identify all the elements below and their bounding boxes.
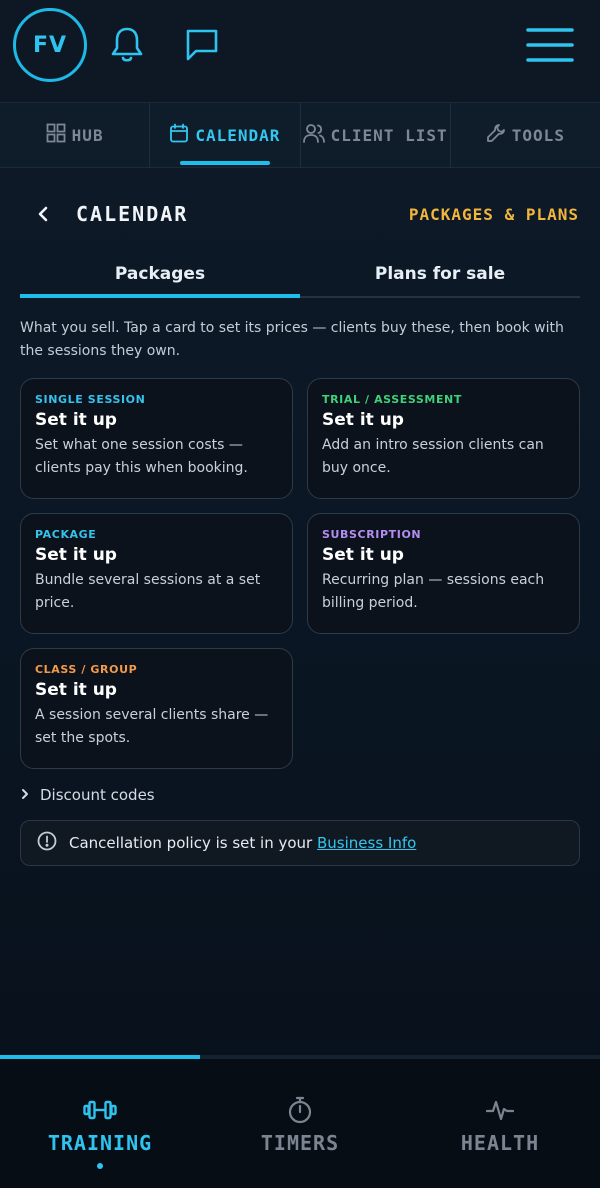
avatar[interactable]: FV <box>13 8 87 82</box>
notice-text: Cancellation policy is set in your Busin… <box>69 834 416 852</box>
tab-hub[interactable]: HUB <box>0 103 151 167</box>
card-trial-assessment[interactable]: TRIAL / ASSESSMENT Set it up Add an intr… <box>307 378 580 499</box>
main-nav-tabs: HUB CALENDAR CLIENT LIST TOOLS <box>0 102 600 168</box>
sub-tabs: Packages Plans for sale <box>20 254 580 298</box>
bottom-nav: TRAINING TIMERS HEALTH <box>0 1059 600 1188</box>
card-kicker: CLASS / GROUP <box>35 663 138 676</box>
users-icon <box>302 123 325 147</box>
card-description: Set what one session costs — clients pay… <box>35 437 248 476</box>
card-title: Set it up <box>35 410 117 430</box>
tab-client-list[interactable]: CLIENT LIST <box>301 103 451 167</box>
intro-text: What you sell. Tap a card to set its pri… <box>20 320 564 359</box>
card-kicker: TRIAL / ASSESSMENT <box>322 393 462 406</box>
chat-icon[interactable] <box>181 24 223 66</box>
tab-tools-label: TOOLS <box>511 125 565 145</box>
card-package[interactable]: PACKAGE Set it up Bundle several session… <box>20 513 293 634</box>
card-description: A session several clients share — set th… <box>35 707 269 746</box>
wrench-icon <box>486 123 506 147</box>
stopwatch-icon <box>287 1095 313 1125</box>
card-description: Recurring plan — sessions each billing p… <box>322 572 545 611</box>
card-kicker: PACKAGE <box>35 528 97 541</box>
bottom-nav-health[interactable]: HEALTH <box>400 1059 600 1188</box>
bottom-nav-training-label: TRAINING <box>47 1131 153 1155</box>
card-title: Set it up <box>35 545 117 565</box>
back-chevron-icon[interactable] <box>34 203 52 225</box>
business-info-link[interactable]: Business Info <box>317 834 416 852</box>
card-kicker: SUBSCRIPTION <box>322 528 422 541</box>
tab-hub-label: HUB <box>71 125 104 145</box>
card-single-session[interactable]: SINGLE SESSION Set it up Set what one se… <box>20 378 293 499</box>
page-title: CALENDAR <box>76 202 189 226</box>
card-class-group[interactable]: CLASS / GROUP Set it up A session severa… <box>20 648 293 769</box>
bottom-nav-training[interactable]: TRAINING <box>0 1059 200 1188</box>
tab-client-list-label: CLIENT LIST <box>330 125 448 145</box>
bottom-nav-health-label: HEALTH <box>460 1131 540 1155</box>
card-title: Set it up <box>322 545 404 565</box>
tab-tools[interactable]: TOOLS <box>451 103 600 167</box>
cancellation-notice: Cancellation policy is set in your Busin… <box>20 820 580 866</box>
card-title: Set it up <box>35 680 117 700</box>
hamburger-menu-icon[interactable] <box>524 24 576 66</box>
tab-plans-for-sale[interactable]: Plans for sale <box>300 254 580 296</box>
tab-calendar[interactable]: CALENDAR <box>150 103 301 167</box>
bottom-nav-timers-label: TIMERS <box>260 1131 340 1155</box>
pulse-icon <box>485 1095 515 1125</box>
calendar-icon <box>169 123 189 147</box>
bottom-nav-timers[interactable]: TIMERS <box>200 1059 400 1188</box>
notice-message: Cancellation policy is set in your <box>69 834 313 852</box>
info-icon <box>37 831 57 855</box>
card-kicker: SINGLE SESSION <box>35 393 146 406</box>
chevron-right-icon <box>20 786 30 804</box>
grid-icon <box>46 123 66 147</box>
packages-plans-heading: PACKAGES & PLANS <box>408 205 579 224</box>
bell-icon[interactable] <box>106 24 148 66</box>
card-description: Add an intro session clients can buy onc… <box>322 437 544 476</box>
card-description: Bundle several sessions at a set price. <box>35 572 261 611</box>
discount-codes-toggle[interactable]: Discount codes <box>20 786 155 804</box>
card-title: Set it up <box>322 410 404 430</box>
active-dot <box>97 1163 103 1169</box>
tab-packages[interactable]: Packages <box>20 254 300 298</box>
top-header: FV <box>0 0 600 102</box>
tab-calendar-label: CALENDAR <box>195 125 281 145</box>
card-subscription[interactable]: SUBSCRIPTION Set it up Recurring plan — … <box>307 513 580 634</box>
dumbbell-icon <box>83 1095 117 1125</box>
discount-codes-label: Discount codes <box>40 786 155 804</box>
